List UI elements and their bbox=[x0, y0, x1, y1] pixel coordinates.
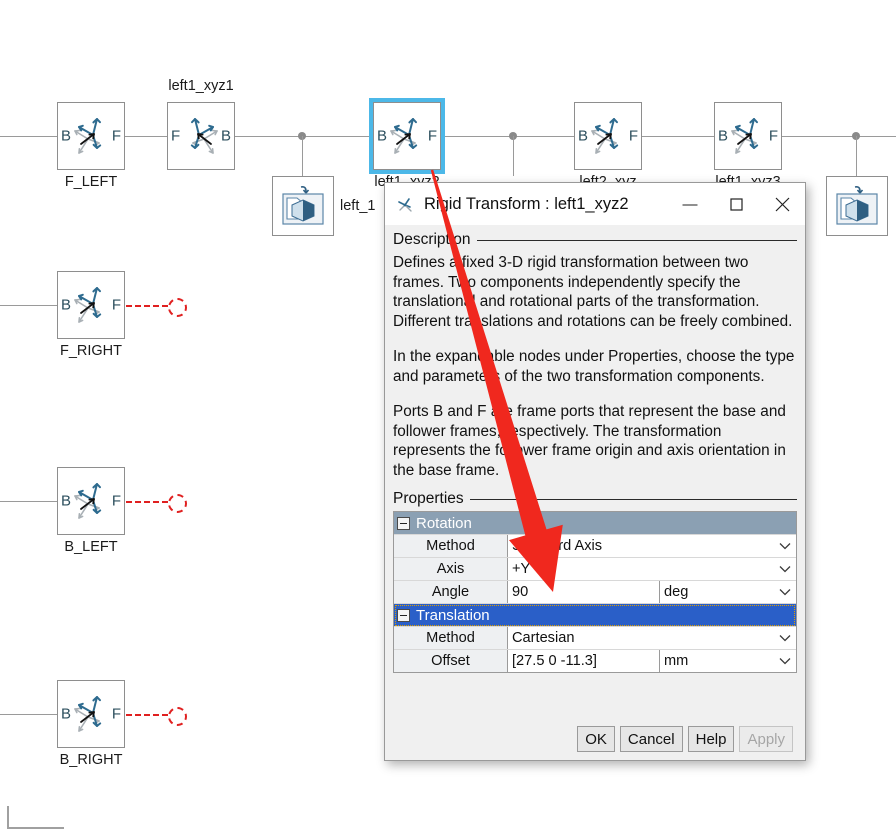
rigid-transform-block-left1_xyz1[interactable]: FB bbox=[167, 102, 235, 170]
ok-button[interactable]: OK bbox=[577, 726, 615, 752]
wire-segment bbox=[0, 136, 57, 137]
unconnected-wire bbox=[126, 501, 168, 503]
wire-segment bbox=[0, 305, 57, 306]
dialog-filler bbox=[387, 673, 803, 726]
legend-rule bbox=[469, 498, 797, 500]
frame-axes-icon bbox=[731, 118, 759, 154]
frame-axes-icon bbox=[591, 118, 619, 154]
unconnected-port-icon bbox=[168, 494, 187, 513]
description-paragraph: Ports B and F are frame ports that repre… bbox=[393, 403, 786, 479]
frame-axes-icon bbox=[390, 118, 418, 154]
collapse-icon[interactable] bbox=[397, 516, 410, 530]
block-label-f_left: F_LEFT bbox=[64, 174, 118, 190]
rigid-transform-block-f_right[interactable]: BF bbox=[57, 271, 125, 339]
block-label-left_1_solid: left_1 bbox=[340, 198, 376, 214]
solid-block-left_1_solid[interactable] bbox=[272, 176, 334, 236]
property-value[interactable]: Standard Axis bbox=[508, 535, 774, 557]
legend-rule bbox=[476, 239, 797, 241]
chevron-down-icon[interactable] bbox=[774, 558, 796, 580]
offscreen-block-corner bbox=[7, 806, 64, 829]
property-group-header[interactable]: Rotation bbox=[394, 512, 796, 535]
property-value[interactable]: [27.5 0 -11.3] bbox=[508, 650, 659, 672]
property-row[interactable]: Offset [27.5 0 -11.3] mm bbox=[394, 650, 796, 672]
block-label-f_right: F_RIGHT bbox=[59, 343, 123, 359]
property-value[interactable]: Cartesian bbox=[508, 627, 774, 649]
properties-table[interactable]: Rotation Method Standard Axis Axis +Y Angle 90… bbox=[393, 511, 797, 673]
solid-block-icon bbox=[836, 186, 878, 225]
rigid-transform-block-left1_xyz3[interactable]: BF bbox=[714, 102, 782, 170]
block-label-left1_xyz1: left1_xyz1 bbox=[168, 78, 234, 94]
chevron-down-icon[interactable] bbox=[774, 627, 796, 649]
property-name: Angle bbox=[394, 581, 508, 603]
wire-segment bbox=[125, 136, 167, 137]
chevron-down-icon[interactable] bbox=[774, 581, 796, 603]
unconnected-wire bbox=[126, 714, 168, 716]
wire-segment bbox=[0, 714, 57, 715]
apply-button: Apply bbox=[739, 726, 793, 752]
dialog-button-row: OK Cancel Help Apply bbox=[387, 726, 803, 752]
wire-segment bbox=[642, 136, 714, 137]
frame-axes-icon bbox=[190, 118, 218, 154]
maximize-icon bbox=[729, 197, 743, 211]
rigid-transform-block-f_left[interactable]: BF bbox=[57, 102, 125, 170]
rigid-transform-dialog[interactable]: Rigid Transform : left1_xyz2 — Descripti… bbox=[384, 182, 806, 761]
property-row[interactable]: Angle 90 deg bbox=[394, 581, 796, 604]
unconnected-wire bbox=[126, 305, 168, 307]
wire-segment bbox=[302, 136, 303, 176]
property-name: Method bbox=[394, 627, 508, 649]
dialog-title: Rigid Transform : left1_xyz2 bbox=[424, 194, 629, 213]
unconnected-port-icon bbox=[168, 298, 187, 317]
rigid-transform-block-b_left[interactable]: BF bbox=[57, 467, 125, 535]
description-text: Defines a fixed 3-D rigid transformation… bbox=[393, 253, 797, 480]
property-row[interactable]: Axis +Y bbox=[394, 558, 796, 581]
chevron-down-icon[interactable] bbox=[774, 535, 796, 557]
property-name: Method bbox=[394, 535, 508, 557]
cancel-button[interactable]: Cancel bbox=[619, 726, 683, 752]
block-label-b_left: B_LEFT bbox=[64, 539, 118, 555]
description-paragraph: Defines a fixed 3-D rigid transformation… bbox=[393, 254, 793, 330]
unconnected-port-icon bbox=[168, 707, 187, 726]
minimize-button[interactable]: — bbox=[667, 184, 713, 225]
block-label-b_right: B_RIGHT bbox=[59, 752, 123, 768]
solid-block-icon bbox=[282, 186, 324, 225]
description-legend: Description bbox=[393, 231, 797, 249]
close-button[interactable] bbox=[759, 184, 805, 225]
maximize-button[interactable] bbox=[713, 184, 759, 225]
property-row[interactable]: Method Cartesian bbox=[394, 627, 796, 650]
wire-segment bbox=[441, 136, 574, 137]
property-group-label: Translation bbox=[416, 606, 490, 624]
property-group-label: Rotation bbox=[416, 514, 472, 532]
wire-segment bbox=[0, 501, 57, 502]
collapse-icon[interactable] bbox=[397, 608, 410, 622]
property-name: Offset bbox=[394, 650, 508, 672]
solid-block-right_solid[interactable] bbox=[826, 176, 888, 236]
rigid-transform-block-left2_xyz[interactable]: BF bbox=[574, 102, 642, 170]
wire-segment bbox=[782, 136, 896, 137]
description-paragraph: In the expandable nodes under Properties… bbox=[393, 348, 795, 385]
chevron-down-icon[interactable] bbox=[774, 650, 796, 672]
property-group-header[interactable]: Translation bbox=[394, 604, 796, 627]
property-unit[interactable]: deg bbox=[659, 581, 774, 603]
rigid-transform-block-left1_xyz2[interactable]: BF bbox=[369, 98, 445, 174]
wire-segment bbox=[513, 136, 514, 176]
property-row[interactable]: Method Standard Axis bbox=[394, 535, 796, 558]
dialog-title-bar[interactable]: Rigid Transform : left1_xyz2 — bbox=[385, 183, 805, 225]
frame-axes-icon bbox=[74, 696, 102, 732]
property-name: Axis bbox=[394, 558, 508, 580]
rigid-transform-icon bbox=[394, 194, 416, 214]
properties-legend-label: Properties bbox=[393, 490, 464, 507]
description-legend-label: Description bbox=[393, 231, 471, 248]
close-icon bbox=[775, 197, 789, 211]
wire-segment bbox=[856, 136, 857, 176]
frame-axes-icon bbox=[74, 483, 102, 519]
frame-axes-icon bbox=[74, 118, 102, 154]
property-unit[interactable]: mm bbox=[659, 650, 774, 672]
frame-axes-icon bbox=[74, 287, 102, 323]
properties-legend: Properties bbox=[393, 490, 797, 508]
property-value[interactable]: 90 bbox=[508, 581, 659, 603]
rigid-transform-block-b_right[interactable]: BF bbox=[57, 680, 125, 748]
help-button[interactable]: Help bbox=[687, 726, 735, 752]
property-value[interactable]: +Y bbox=[508, 558, 774, 580]
